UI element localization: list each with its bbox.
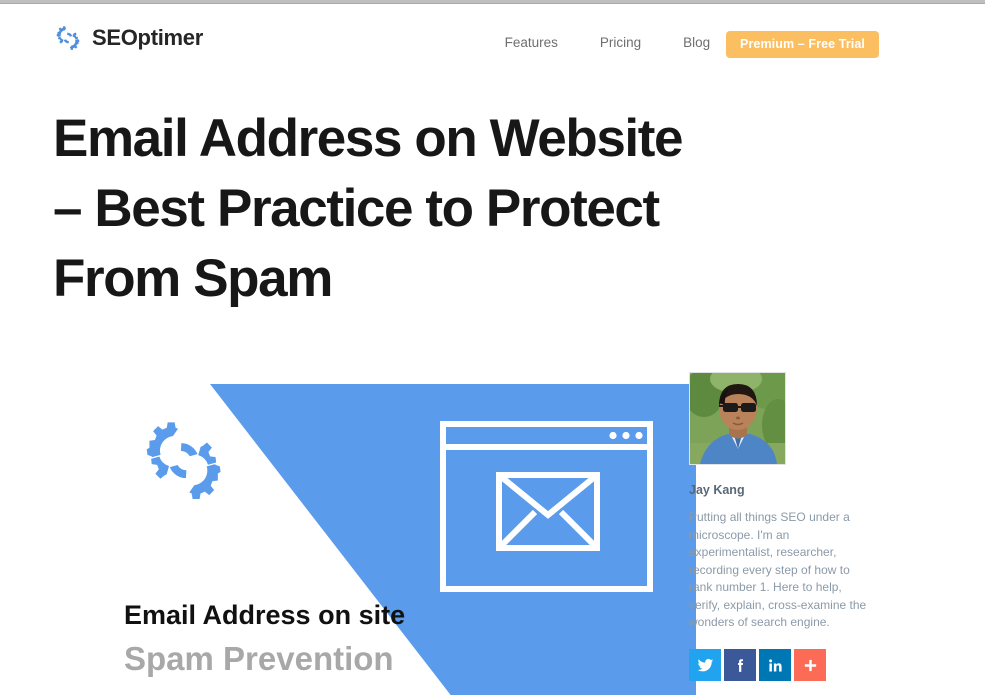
site-header: SEOptimer Features Pricing Blog More Log… — [0, 4, 985, 82]
facebook-f-icon — [732, 657, 749, 674]
linkedin-in-icon — [767, 657, 784, 674]
page-content: SEOptimer Features Pricing Blog More Log… — [0, 4, 985, 695]
avatar — [689, 372, 786, 465]
featured-image: Email Address on site Spam Prevention — [118, 384, 696, 695]
page-title: Email Address on Website – Best Practice… — [53, 109, 683, 308]
author-name: Jay Kang — [689, 483, 745, 497]
plus-icon — [802, 657, 819, 674]
seoptimer-gears-logo-icon — [53, 23, 83, 53]
twitter-bird-icon — [697, 657, 714, 674]
nav-item-blog[interactable]: Blog — [662, 30, 731, 56]
author-sidebar: Jay Kang Putting all things SEO under a … — [689, 372, 869, 632]
brand-name: SEOptimer — [92, 25, 203, 50]
featured-caption-line-1: Email Address on site — [124, 600, 405, 630]
social-share-bar — [689, 649, 826, 681]
brand-logo-link[interactable]: SEOptimer — [53, 23, 203, 53]
nav-item-pricing[interactable]: Pricing — [579, 30, 662, 56]
share-more-button[interactable] — [794, 649, 826, 681]
premium-free-trial-button[interactable]: Premium – Free Trial — [726, 31, 879, 58]
share-facebook-button[interactable] — [724, 649, 756, 681]
share-linkedin-button[interactable] — [759, 649, 791, 681]
author-bio: Putting all things SEO under a microscop… — [689, 510, 867, 629]
nav-item-features[interactable]: Features — [484, 30, 579, 56]
share-twitter-button[interactable] — [689, 649, 721, 681]
featured-caption-line-2: Spam Prevention — [124, 640, 394, 677]
